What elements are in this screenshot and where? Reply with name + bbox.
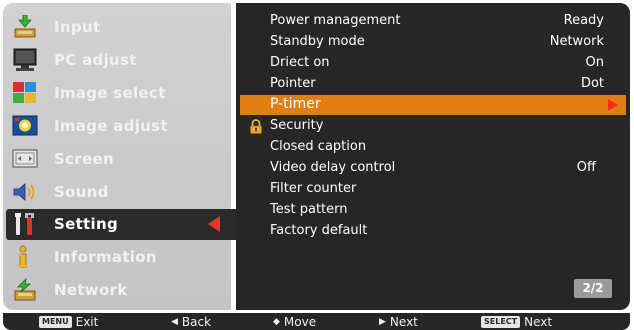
hint-back-label: Back xyxy=(181,314,212,329)
menu-item-setting[interactable]: Setting xyxy=(6,209,242,240)
submenu-item-test-pattern[interactable]: Test pattern xyxy=(240,200,626,220)
submenu-item-pointer[interactable]: Pointer Dot xyxy=(240,74,626,94)
submenu-item-security[interactable]: Security xyxy=(240,116,626,136)
submenu-item-value: Dot xyxy=(580,76,604,91)
setting-submenu-panel: Power management Ready Standby mode Netw… xyxy=(236,3,630,310)
menu-item-screen[interactable]: Screen xyxy=(3,144,231,175)
submenu-item-value: Network xyxy=(549,34,604,49)
menu-item-label: Image adjust xyxy=(54,117,168,135)
hint-exit: MENU Exit xyxy=(39,314,98,329)
submenu-item-p-timer[interactable]: P-timer xyxy=(240,95,626,115)
menu-key-icon: MENU xyxy=(39,315,72,328)
hint-move-label: Move xyxy=(283,314,317,329)
submenu-item-label: Video delay control xyxy=(270,160,396,175)
submenu-item-label: P-timer xyxy=(270,96,321,112)
sound-icon xyxy=(13,183,35,201)
select-key-icon: SELECT xyxy=(481,315,521,328)
submenu-item-video-delay-control[interactable]: Video delay control Off xyxy=(240,158,626,178)
menu-item-input[interactable]: Input xyxy=(3,12,231,43)
hint-select-next-label: Next xyxy=(524,314,553,329)
pc-adjust-icon xyxy=(13,48,37,71)
menu-item-image-select[interactable]: Image select xyxy=(3,78,231,109)
submenu-item-value: Ready xyxy=(563,13,604,28)
menu-item-information[interactable]: Information xyxy=(3,242,231,273)
setting-icon xyxy=(15,213,34,235)
submenu-item-closed-caption[interactable]: Closed caption xyxy=(240,137,626,157)
submenu-item-label: Factory default xyxy=(270,223,368,238)
move-arrows-icon: ◆ xyxy=(273,316,280,327)
hint-exit-label: Exit xyxy=(75,314,99,329)
back-arrow-icon: ◀ xyxy=(171,316,178,327)
submenu-item-label: Power management xyxy=(270,13,401,28)
submenu-item-label: Filter counter xyxy=(270,181,357,196)
menu-item-label: Screen xyxy=(54,150,114,168)
menu-item-label: Sound xyxy=(54,183,109,201)
menu-item-sound[interactable]: Sound xyxy=(3,177,231,208)
hint-next-label: Next xyxy=(389,314,418,329)
page-indicator: 2/2 xyxy=(574,279,612,298)
network-icon xyxy=(14,278,36,301)
hint-next: ▶ Next xyxy=(379,314,418,329)
projector-osd-screen: Input PC adjust Image select Image adjus… xyxy=(0,0,634,330)
submenu-item-value: On xyxy=(585,55,604,70)
active-indicator-arrow xyxy=(208,216,220,232)
bottom-hint-bar: MENU Exit ◀ Back ◆ Move ▶ Next SELECT Ne… xyxy=(3,313,630,330)
submenu-item-label: Standby mode xyxy=(270,34,365,49)
menu-item-label: Network xyxy=(54,281,128,299)
information-icon xyxy=(18,245,28,268)
hint-select-next: SELECT Next xyxy=(481,314,552,329)
submenu-item-label: Test pattern xyxy=(270,202,348,217)
submenu-item-label: Closed caption xyxy=(270,139,367,154)
next-arrow-icon: ▶ xyxy=(379,316,386,327)
menu-item-label: Setting xyxy=(54,215,118,233)
menu-item-image-adjust[interactable]: Image adjust xyxy=(3,111,231,142)
submenu-enter-arrow-icon xyxy=(608,99,618,111)
menu-item-label: Information xyxy=(54,248,157,266)
input-icon xyxy=(14,15,36,38)
menu-item-label: Image select xyxy=(54,84,166,102)
menu-item-network[interactable]: Network xyxy=(3,275,231,306)
submenu-item-direct-on[interactable]: Driect on On xyxy=(240,53,626,73)
lock-icon xyxy=(250,119,262,134)
submenu-item-power-management[interactable]: Power management Ready xyxy=(240,11,626,31)
image-select-icon xyxy=(13,82,36,103)
submenu-item-label: Pointer xyxy=(270,76,316,91)
submenu-item-standby-mode[interactable]: Standby mode Network xyxy=(240,32,626,52)
hint-move: ◆ Move xyxy=(273,314,316,329)
menu-item-label: Input xyxy=(54,18,101,36)
submenu-item-label: Security xyxy=(270,118,324,133)
main-menu-panel: Input PC adjust Image select Image adjus… xyxy=(3,3,242,310)
submenu-item-filter-counter[interactable]: Filter counter xyxy=(240,179,626,199)
hint-back: ◀ Back xyxy=(171,314,211,329)
image-adjust-icon xyxy=(12,115,38,136)
submenu-item-label: Driect on xyxy=(270,55,330,70)
menu-item-pc-adjust[interactable]: PC adjust xyxy=(3,45,231,76)
submenu-item-value: Off xyxy=(576,160,596,175)
screen-icon xyxy=(12,149,38,168)
submenu-item-factory-default[interactable]: Factory default xyxy=(240,221,626,241)
menu-item-label: PC adjust xyxy=(54,51,137,69)
